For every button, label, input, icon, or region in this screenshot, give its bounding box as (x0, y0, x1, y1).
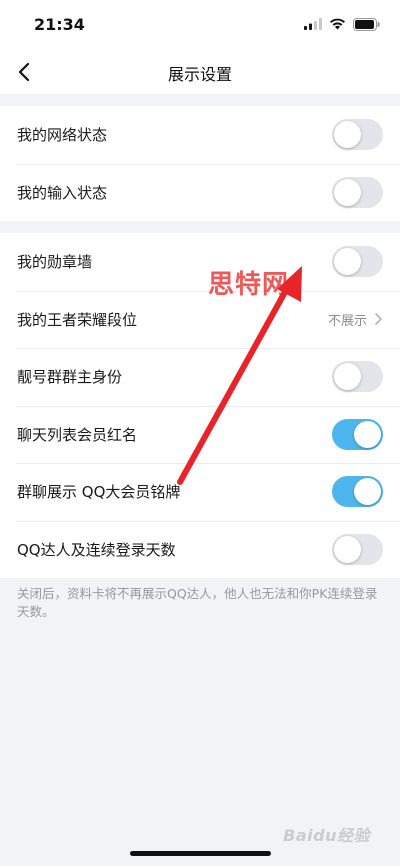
setting-row-input-status: 我的输入状态 (0, 163, 400, 222)
page-title: 展示设置 (167, 65, 232, 84)
chevron-right-icon (375, 313, 382, 325)
setting-row-group-chat-plaque: 群聊展示 QQ大会员铭牌 (0, 463, 400, 521)
setting-label: QQ达人及连续登录天数 (17, 540, 176, 559)
game-rank-value-text: 不展示 (327, 313, 367, 329)
battery-icon (353, 17, 380, 31)
setting-row-badge-wall: 我的勋章墙 (0, 233, 400, 291)
setting-label: 聊天列表会员红名 (17, 425, 138, 444)
network-status-toggle[interactable] (332, 119, 383, 151)
setting-label: 我的网络状态 (17, 126, 108, 145)
toggle-knob (334, 535, 361, 563)
toggle-knob (354, 478, 381, 506)
toggle-knob (334, 178, 361, 206)
toggle-knob (334, 121, 361, 149)
signal-icon (304, 18, 322, 30)
setting-label: 群聊展示 QQ大会员铭牌 (17, 483, 181, 502)
settings-group-display: 我的勋章墙 我的王者荣耀段位 不展示 靓号群群主身份 聊天列表会员红名 群聊展示… (0, 233, 400, 578)
group-chat-plaque-toggle[interactable] (332, 476, 383, 508)
wifi-icon (330, 18, 345, 30)
setting-label: 我的王者荣耀段位 (17, 310, 138, 329)
nav-bar: 展示设置 (0, 50, 400, 94)
setting-row-game-rank[interactable]: 我的王者荣耀段位 不展示 (0, 290, 400, 349)
qq-master-toggle[interactable] (332, 533, 383, 565)
chat-list-vip-toggle[interactable] (332, 418, 383, 450)
toggle-knob (354, 420, 381, 448)
setting-label: 我的输入状态 (17, 183, 108, 202)
setting-row-chat-list-vip: 聊天列表会员红名 (0, 405, 400, 464)
setting-label: 靓号群群主身份 (17, 368, 123, 387)
settings-group-status: 我的网络状态 我的输入状态 (0, 106, 400, 221)
game-rank-value: 不展示 (328, 310, 382, 329)
footer-note: 关闭后，资料卡将不再展示QQ达人，他人也无法和你PK连续登录天数。 (17, 586, 378, 619)
group-owner-toggle[interactable] (332, 361, 383, 393)
badge-wall-toggle[interactable] (332, 246, 383, 278)
toggle-knob (334, 248, 361, 276)
baidu-watermark: Baidu经验 (283, 826, 370, 845)
setting-label: 我的勋章墙 (17, 253, 93, 272)
status-icons (304, 16, 380, 32)
toggle-knob (334, 363, 361, 391)
watermark-text: 思特网 (208, 270, 290, 300)
input-status-toggle[interactable] (332, 176, 383, 208)
home-indicator (130, 851, 271, 856)
setting-row-network-status: 我的网络状态 (0, 106, 400, 164)
status-time: 21:34 (34, 15, 85, 34)
setting-row-group-owner: 靓号群群主身份 (0, 348, 400, 406)
setting-row-qq-master: QQ达人及连续登录天数 (0, 520, 400, 579)
status-bar: 21:34 (0, 0, 400, 50)
